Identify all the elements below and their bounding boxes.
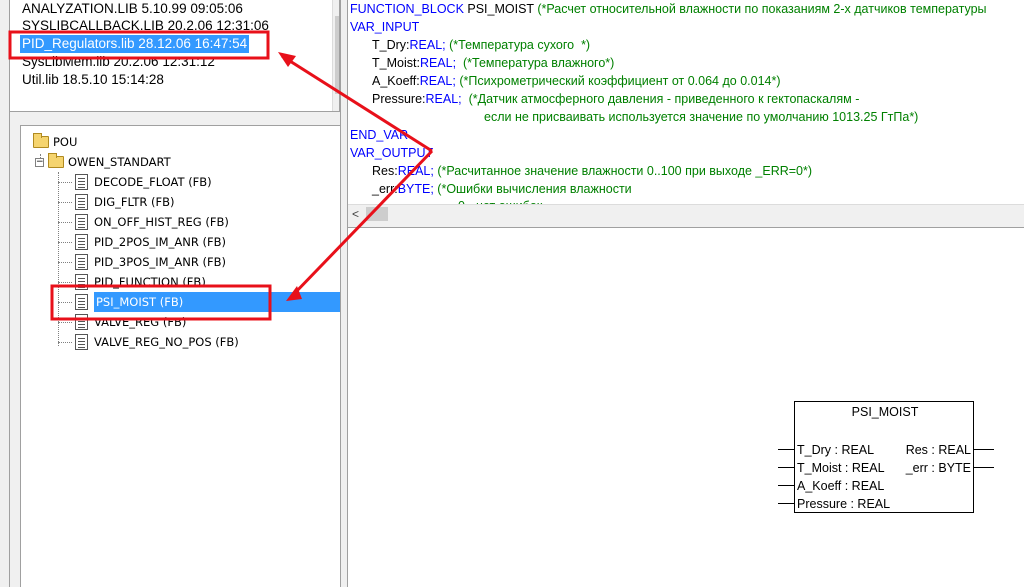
- folder-icon: [33, 133, 49, 148]
- code-line: T_Dry:REAL; (*Температура сухого *): [372, 38, 591, 52]
- tree-item-label: DECODE_FLOAT (FB): [94, 175, 212, 189]
- input-wire: [778, 485, 794, 486]
- code-line: VAR_OUTPUT: [350, 146, 434, 160]
- tree-item[interactable]: PID_3POS_IM_ANR (FB): [75, 252, 226, 272]
- code-line: Pressure:REAL; (*Датчик атмосферного дав…: [372, 92, 860, 106]
- tree-item[interactable]: PID_FUNCTION (FB): [75, 272, 206, 292]
- document-icon: [75, 274, 88, 290]
- tree-item[interactable]: PSI_MOIST (FB): [75, 292, 340, 312]
- library-scrollbar[interactable]: ▲ ▼: [332, 0, 339, 111]
- document-icon: [75, 174, 88, 190]
- fb-diagram-area: PSI_MOIST T_Dry : REAL T_Moist : REAL A_…: [348, 228, 1024, 587]
- tree-item-label: PID_3POS_IM_ANR (FB): [94, 255, 226, 269]
- tree-item-label: VALVE_REG_NO_POS (FB): [94, 335, 239, 349]
- scroll-down-icon[interactable]: ▼: [333, 96, 339, 110]
- function-block[interactable]: PSI_MOIST T_Dry : REAL T_Moist : REAL A_…: [794, 401, 974, 513]
- tree-folder-label: OWEN_STANDART: [68, 155, 171, 169]
- tree-item-label: VALVE_REG (FB): [94, 315, 187, 329]
- code-line: VAR_INPUT: [350, 20, 420, 34]
- document-icon: [75, 194, 88, 210]
- tree-item[interactable]: DECODE_FLOAT (FB): [75, 172, 212, 192]
- folder-icon: [48, 153, 64, 168]
- library-item[interactable]: SysLibMem.lib 20.2.06 12:31:12: [20, 53, 217, 71]
- tree-item[interactable]: ON_OFF_HIST_REG (FB): [75, 212, 229, 232]
- document-icon: [75, 254, 88, 270]
- pou-tree[interactable]: POU − OWEN_STANDART DECODE_FLOAT (FB) DI…: [20, 125, 340, 587]
- document-icon: [75, 234, 88, 250]
- vertical-splitter[interactable]: [340, 0, 348, 587]
- library-item[interactable]: Util.lib 18.5.10 15:14:28: [20, 71, 166, 89]
- tree-item-label: PID_2POS_IM_ANR (FB): [94, 235, 226, 249]
- tree-item-label: ON_OFF_HIST_REG (FB): [94, 215, 229, 229]
- fb-output-pin: _err : BYTE: [905, 461, 971, 475]
- fb-input-pin: T_Moist : REAL: [797, 461, 885, 475]
- tree-item[interactable]: VALVE_REG_NO_POS (FB): [75, 332, 239, 352]
- fb-input-pin: A_Koeff : REAL: [797, 479, 885, 493]
- library-item-selected[interactable]: PID_Regulators.lib 28.12.06 16:47:54: [20, 35, 250, 53]
- input-wire: [778, 467, 794, 468]
- scroll-up-icon[interactable]: ▲: [333, 0, 339, 14]
- fb-input-pin: Pressure : REAL: [797, 497, 891, 511]
- output-wire: [974, 449, 994, 450]
- output-wire: [974, 467, 994, 468]
- tree-item-label-selected: PSI_MOIST (FB): [94, 292, 340, 312]
- code-line: _err:BYTE; (*Ошибки вычисления влажности: [372, 182, 632, 196]
- fb-output-pin: Res : REAL: [905, 443, 971, 457]
- code-hscrollbar[interactable]: <: [348, 204, 1024, 222]
- fb-input-pin: T_Dry : REAL: [797, 443, 875, 457]
- library-list[interactable]: ANALYZATION.LIB 5.10.99 09:05:06 SYSLIBC…: [10, 0, 340, 112]
- scroll-left-icon[interactable]: <: [352, 205, 359, 223]
- library-item[interactable]: ANALYZATION.LIB 5.10.99 09:05:06: [20, 0, 245, 18]
- code-line: A_Koeff:REAL; (*Психрометрический коэффи…: [372, 74, 781, 88]
- tree-folder[interactable]: − OWEN_STANDART: [35, 152, 171, 172]
- tree-item[interactable]: PID_2POS_IM_ANR (FB): [75, 232, 226, 252]
- code-line: Res:REAL; (*Расчитанное значение влажнос…: [372, 164, 813, 178]
- tree-item-label: DIG_FLTR (FB): [94, 195, 175, 209]
- tree-item[interactable]: VALVE_REG (FB): [75, 312, 186, 332]
- code-line: T_Moist:REAL; (*Температура влажного*): [372, 56, 615, 70]
- tree-root-label: POU: [53, 135, 78, 149]
- left-gap-panel: [10, 112, 20, 587]
- fb-title: PSI_MOIST: [851, 405, 919, 419]
- input-wire: [778, 449, 794, 450]
- tree-item[interactable]: DIG_FLTR (FB): [75, 192, 175, 212]
- tree-root[interactable]: POU: [33, 132, 77, 152]
- left-edge-panel: [0, 0, 10, 587]
- input-wire: [778, 503, 794, 504]
- library-item[interactable]: SYSLIBCALLBACK.LIB 20.2.06 12:31:06: [20, 17, 271, 35]
- tree-item-label: PID_FUNCTION (FB): [94, 275, 206, 289]
- document-icon: [75, 214, 88, 230]
- document-icon: [75, 314, 88, 330]
- scroll-thumb[interactable]: [366, 207, 388, 221]
- document-icon: [75, 294, 88, 310]
- code-editor[interactable]: FUNCTION_BLOCK PSI_MOIST (*Расчет относи…: [348, 0, 1024, 205]
- code-line: если не присваивать используется значени…: [484, 110, 919, 124]
- code-line: END_VAR: [350, 128, 409, 142]
- document-icon: [75, 334, 88, 350]
- collapse-icon[interactable]: −: [35, 157, 44, 167]
- code-line: FUNCTION_BLOCK PSI_MOIST (*Расчет относи…: [350, 2, 987, 16]
